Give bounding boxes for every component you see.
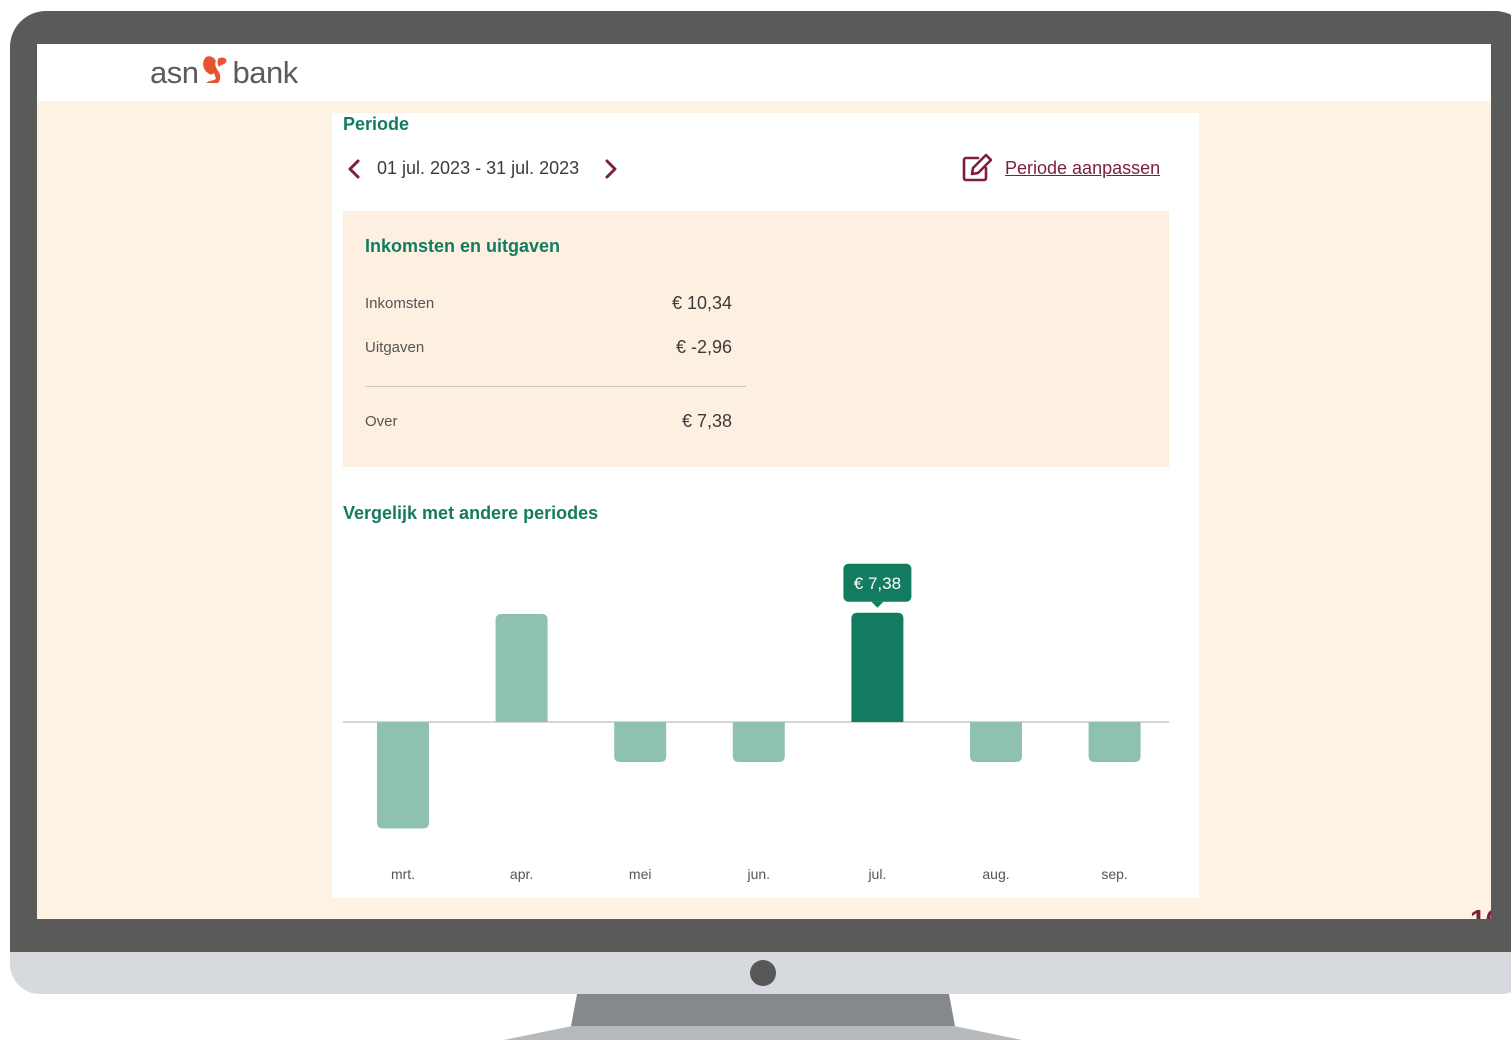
- chart-bar-jun[interactable]: [732, 722, 785, 762]
- period-range: 01 jul. 2023 - 31 jul. 2023: [377, 158, 580, 178]
- chart-tooltip-value: € 7,38: [854, 574, 901, 593]
- chart-tooltip: € 7,38: [843, 563, 912, 608]
- remaining-value: € 7,38: [681, 411, 732, 431]
- chart-x-label: mrt.: [391, 866, 415, 882]
- summary-divider: [365, 386, 746, 387]
- chart-bar-aug[interactable]: [970, 722, 1022, 762]
- power-button: [750, 960, 776, 986]
- chart-x-label: mei: [629, 866, 652, 882]
- monitor-stand: [571, 994, 955, 1026]
- adjust-period-label: Periode aanpassen: [1005, 157, 1161, 178]
- remaining-label: Over: [365, 413, 398, 430]
- squirrel-logo-icon: [200, 53, 230, 93]
- period-label: Periode: [343, 114, 410, 134]
- compare-title: Vergelijk met andere periodes: [343, 503, 599, 523]
- adjust-period-link[interactable]: Periode aanpassen: [961, 153, 1160, 183]
- income-expense-summary: Inkomsten en uitgaven Inkomsten € 10,34 …: [343, 211, 1169, 467]
- chevron-right-icon: [605, 159, 617, 179]
- expense-label: Uitgaven: [365, 339, 425, 356]
- previous-period-button[interactable]: [343, 156, 365, 182]
- screen: asn bank Periode 01 jul. 2023 - 31 jul. …: [37, 44, 1491, 919]
- asn-bank-logo[interactable]: asn bank: [150, 53, 298, 93]
- chart-x-label: apr.: [510, 866, 533, 882]
- next-period-button[interactable]: [600, 156, 622, 182]
- chart-bar-apr[interactable]: [495, 613, 548, 722]
- logo-text-right: bank: [232, 55, 298, 90]
- income-value: € 10,34: [671, 293, 732, 313]
- chart-x-label: aug.: [982, 866, 1009, 882]
- chart-x-label: jul.: [867, 866, 886, 882]
- expense-value: € -2,96: [675, 337, 732, 357]
- chart-x-label: sep.: [1101, 866, 1127, 882]
- page-number: 16: [1470, 904, 1491, 919]
- main-panel: Periode 01 jul. 2023 - 31 jul. 2023 Peri…: [332, 113, 1199, 898]
- period-comparison-chart: mrt. apr. mei jun. jul. aug. sep. € 7,38: [343, 563, 1169, 882]
- edit-icon: [962, 153, 993, 182]
- summary-title: Inkomsten en uitgaven: [365, 236, 561, 256]
- chart-bar-mei[interactable]: [614, 722, 667, 762]
- chart-bar-sep[interactable]: [1088, 722, 1141, 762]
- monitor-stand-base: [504, 1026, 1022, 1040]
- chart-x-label: jun.: [747, 866, 771, 882]
- top-bar: asn bank: [37, 44, 1491, 101]
- income-label: Inkomsten: [365, 295, 435, 312]
- logo-text-left: asn: [150, 55, 199, 90]
- chart-bar-mrt[interactable]: [377, 722, 429, 829]
- chevron-left-icon: [348, 159, 360, 179]
- chart-bar-jul[interactable]: [851, 612, 904, 722]
